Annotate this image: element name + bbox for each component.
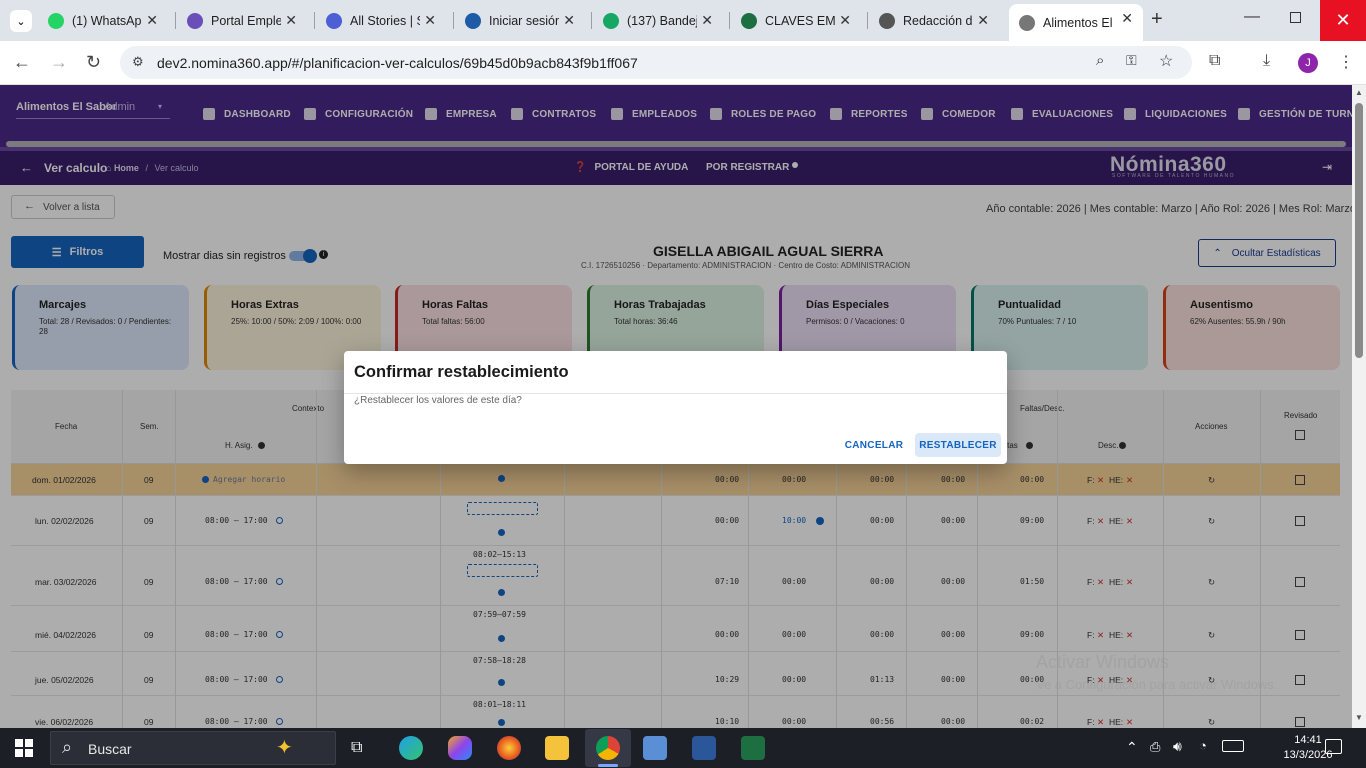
- reload-icon[interactable]: ↻: [86, 52, 101, 73]
- browser-tab[interactable]: All Stories | S ✕: [316, 6, 446, 35]
- browser-tab[interactable]: (1) WhatsApp ✕: [38, 6, 168, 35]
- back-nav-icon[interactable]: ←: [13, 52, 31, 73]
- browser-menu-icon[interactable]: ⋮: [1338, 52, 1354, 72]
- stories-icon: [326, 12, 342, 29]
- volume-icon[interactable]: 🔊︎: [1173, 738, 1182, 755]
- scroll-down-icon[interactable]: ▼: [1355, 713, 1363, 722]
- close-tab-icon[interactable]: ✕: [977, 12, 989, 29]
- edge-icon[interactable]: [399, 736, 423, 760]
- tab-separator: [453, 12, 454, 29]
- zoom-icon[interactable]: ⌕: [1096, 52, 1104, 69]
- site-info-icon[interactable]: ⚙: [132, 54, 144, 70]
- windows-activation-title: Activar Windows: [1036, 652, 1170, 672]
- dialog-divider: [344, 393, 1007, 394]
- close-window-button[interactable]: ✕: [1320, 0, 1366, 41]
- tab-title: Iniciar sesión: [489, 13, 559, 28]
- browser-tab[interactable]: Iniciar sesión ✕: [455, 6, 585, 35]
- tray-camera-icon[interactable]: ⎙: [1150, 739, 1160, 755]
- keyboard-icon[interactable]: [1222, 740, 1244, 752]
- browser-tab[interactable]: CLAVES EMP ✕: [731, 6, 861, 35]
- tab-separator: [175, 12, 176, 29]
- browser-tab[interactable]: Portal Empleado ✕: [177, 6, 307, 35]
- chrome-active-indicator: [598, 764, 618, 767]
- browser-tab[interactable]: Alimentos El ✕: [1009, 4, 1143, 41]
- remote-desktop-icon[interactable]: [643, 736, 667, 760]
- n360-icon: [465, 12, 481, 29]
- tab-search-button[interactable]: ⌄: [10, 10, 32, 32]
- browser-toolbar: ← → ↻ ⚙ dev2.nomina360.app/#/planificaci…: [0, 41, 1366, 85]
- new-tab-button[interactable]: +: [1151, 8, 1163, 31]
- whatsapp-icon: [48, 12, 64, 29]
- tray-chevron-icon[interactable]: ⌃: [1126, 739, 1138, 756]
- search-icon: ⌕: [62, 737, 73, 757]
- minimize-button[interactable]: —: [1244, 8, 1260, 26]
- browser-tab[interactable]: (137) Bandeja ✕: [593, 6, 723, 35]
- bookmark-star-icon[interactable]: ☆: [1159, 51, 1173, 71]
- maximize-button[interactable]: [1290, 12, 1301, 23]
- tab-separator: [591, 12, 592, 29]
- tab-title: CLAVES EMP: [765, 13, 835, 28]
- browser-tab[interactable]: Redacción d ✕: [869, 6, 999, 35]
- excel-taskbar-icon[interactable]: [741, 736, 765, 760]
- dialog-message: ¿Restablecer los valores de este día?: [354, 395, 522, 406]
- cancel-button[interactable]: CANCELAR: [838, 433, 910, 457]
- confirm-reset-dialog: Confirmar restablecimiento ¿Restablecer …: [344, 351, 1007, 464]
- openai-icon: [879, 12, 895, 29]
- tab-title: Portal Empleado: [211, 13, 281, 28]
- windows-activation-subtitle: Ve a Configuración para activar Windows.: [1036, 677, 1278, 692]
- tab-title: Redacción d: [903, 13, 973, 28]
- dialog-title: Confirmar restablecimiento: [354, 363, 569, 381]
- forward-nav-icon[interactable]: →: [50, 52, 68, 73]
- close-tab-icon[interactable]: ✕: [563, 12, 575, 29]
- url-text[interactable]: dev2.nomina360.app/#/planificacion-ver-c…: [157, 55, 638, 71]
- download-icon[interactable]: ⤓: [1263, 52, 1270, 70]
- close-tab-icon[interactable]: ✕: [146, 12, 158, 29]
- chat-icon: [603, 12, 619, 29]
- task-view-icon[interactable]: ⧉: [351, 739, 362, 757]
- tab-separator: [314, 12, 315, 29]
- firefox-icon[interactable]: [497, 736, 521, 760]
- globe-icon: [1019, 14, 1035, 31]
- close-tab-icon[interactable]: ✕: [424, 12, 436, 29]
- close-tab-icon[interactable]: ✕: [839, 12, 851, 29]
- copilot-sparkle-icon: ✦: [276, 737, 293, 759]
- file-explorer-icon[interactable]: [545, 736, 569, 760]
- taskbar-search-placeholder: Buscar: [88, 741, 132, 757]
- close-tab-icon[interactable]: ✕: [1121, 10, 1133, 27]
- excel-icon: [741, 12, 757, 29]
- close-tab-icon[interactable]: ✕: [701, 12, 713, 29]
- scrollbar-thumb[interactable]: [1355, 103, 1363, 358]
- notifications-icon[interactable]: [1325, 739, 1342, 754]
- tab-title: Alimentos El: [1043, 15, 1113, 30]
- tab-separator: [729, 12, 730, 29]
- word-icon[interactable]: [692, 736, 716, 760]
- windows-start-icon[interactable]: [15, 739, 33, 757]
- copilot-icon[interactable]: [448, 736, 472, 760]
- tab-separator: [867, 12, 868, 29]
- tab-title: (137) Bandeja: [627, 13, 697, 28]
- browser-tab-bar: ⌄ (1) WhatsApp✕Portal Empleado✕All Stori…: [0, 0, 1366, 41]
- tab-title: (1) WhatsApp: [72, 13, 142, 28]
- close-tab-icon[interactable]: ✕: [285, 12, 297, 29]
- tab-title: All Stories | S: [350, 13, 420, 28]
- chrome-icon[interactable]: [596, 736, 620, 760]
- profile-initial: J: [1305, 57, 1311, 69]
- address-bar[interactable]: ⚙ dev2.nomina360.app/#/planificacion-ver…: [120, 46, 1192, 79]
- scroll-up-icon[interactable]: ▲: [1355, 88, 1363, 97]
- page-scrollbar[interactable]: ▲ ▼: [1352, 85, 1366, 728]
- profile-avatar[interactable]: J: [1298, 53, 1318, 73]
- reset-confirm-button[interactable]: RESTABLECER: [915, 433, 1001, 457]
- extensions-icon[interactable]: ⧉: [1209, 52, 1220, 70]
- portal-360-icon: [187, 12, 203, 29]
- password-key-icon[interactable]: ⚿: [1126, 52, 1137, 69]
- wifi-icon[interactable]: ◔: [1199, 738, 1207, 753]
